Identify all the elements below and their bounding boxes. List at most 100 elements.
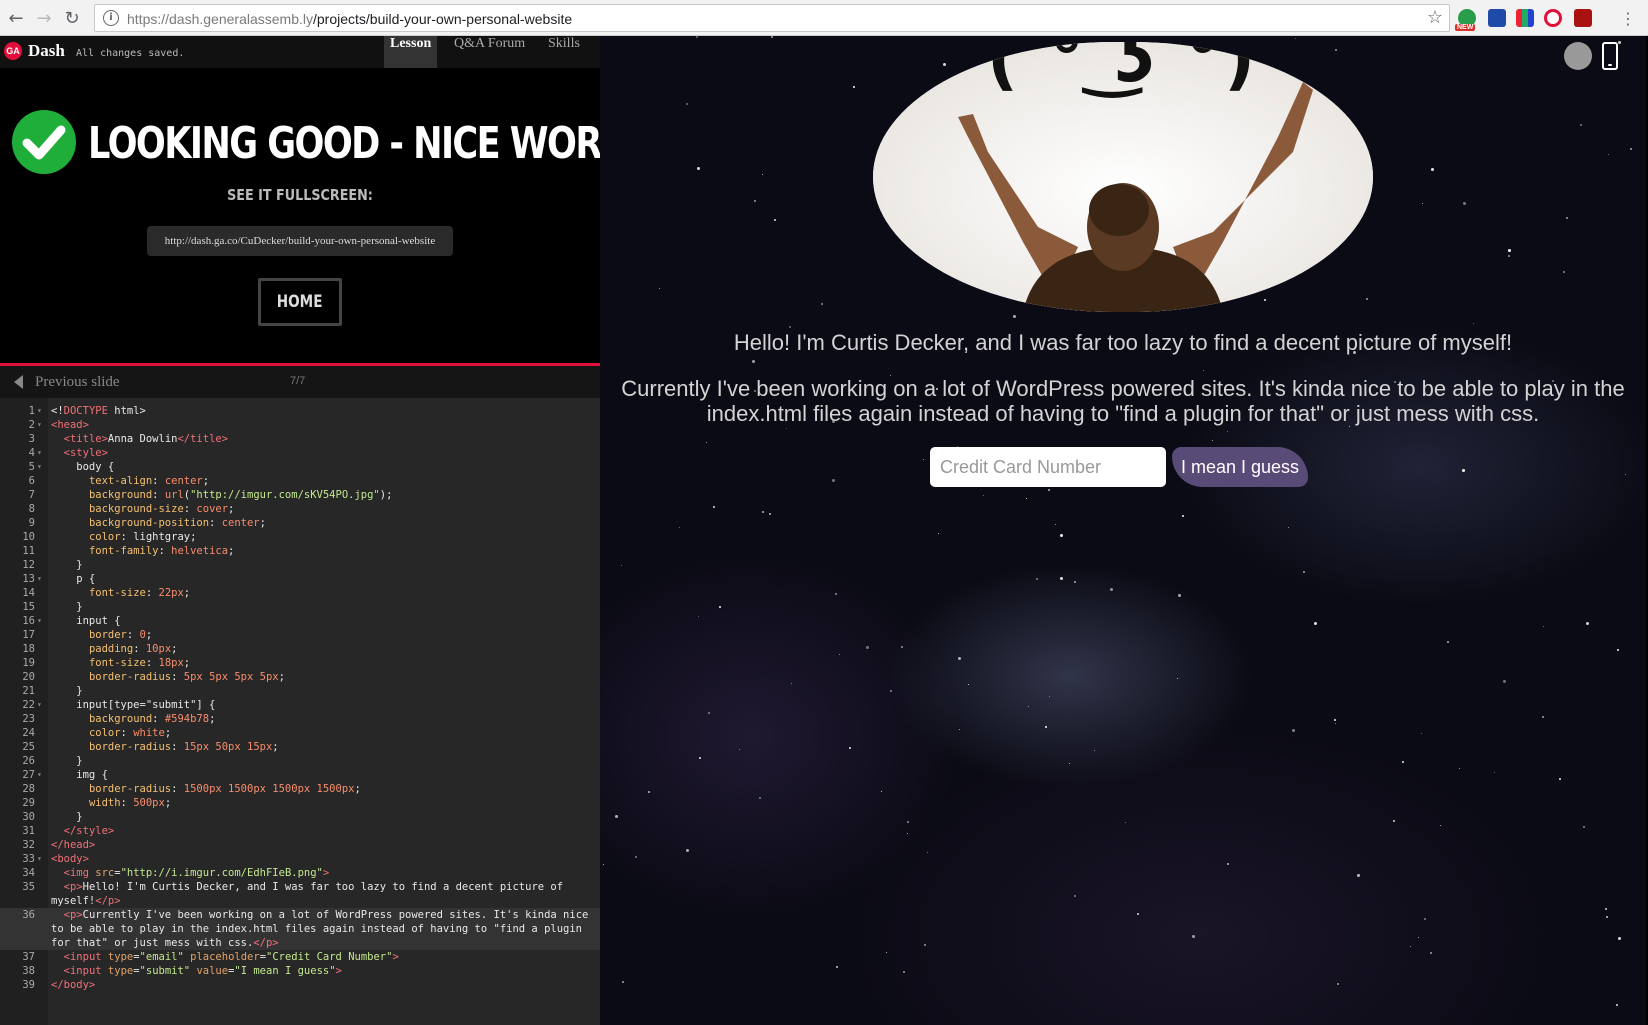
code-text[interactable]: } [51,600,82,614]
code-line[interactable]: 32 </head> [0,838,600,852]
code-text[interactable]: background-position: center; [51,516,266,530]
code-line[interactable]: 20 border-radius: 5px 5px 5px 5px; [0,670,600,684]
code-line[interactable]: 21 } [0,684,600,698]
fold-arrow-icon[interactable]: ▾ [37,460,42,474]
ublock-icon[interactable] [1574,9,1592,27]
code-line[interactable]: 4 ▾ <style> [0,446,600,460]
tab-skills[interactable]: Skills [542,36,586,68]
code-editor[interactable]: 1 ▾ <!DOCTYPE html> 2 ▾ <head> 3 <title>Anna D… [0,398,600,1025]
bookmark-star-icon[interactable]: ☆ [1427,7,1443,28]
code-line[interactable]: 1 ▾ <!DOCTYPE html> [0,404,600,418]
code-text[interactable]: body { [51,460,114,474]
code-text[interactable]: border-radius: 1500px 1500px 1500px 1500… [51,782,361,796]
code-text[interactable]: font-size: 18px; [51,656,190,670]
code-line[interactable]: 23 background: #594b78; [0,712,600,726]
fold-arrow-icon[interactable]: ▾ [37,404,42,418]
code-lines[interactable]: 1 ▾ <!DOCTYPE html> 2 ▾ <head> 3 <title>Anna D… [0,404,600,992]
avatar-circle-button[interactable] [1564,42,1592,70]
code-text[interactable]: color: white; [51,726,171,740]
code-line[interactable]: 18 padding: 10px; [0,642,600,656]
fold-arrow-icon[interactable]: ▾ [37,572,42,586]
back-arrow-icon[interactable]: ← [4,6,28,30]
extension-book-icon[interactable] [1488,9,1506,27]
fold-arrow-icon[interactable]: ▾ [37,446,42,460]
code-line[interactable]: 19 font-size: 18px; [0,656,600,670]
code-line[interactable]: 30 } [0,810,600,824]
reload-icon[interactable]: ↻ [60,6,84,30]
code-text[interactable]: </body> [51,978,95,992]
code-text[interactable]: } [51,684,82,698]
code-line[interactable]: 15 } [0,600,600,614]
code-line[interactable]: 7 background: url("http://imgur.com/sKV5… [0,488,600,502]
code-line[interactable]: 12 } [0,558,600,572]
code-line[interactable]: 17 border: 0; [0,628,600,642]
code-text[interactable]: </head> [51,838,95,852]
code-text[interactable]: border-radius: 5px 5px 5px 5px; [51,670,285,684]
code-line[interactable]: 38 <input type="submit" value="I mean I … [0,964,600,978]
code-text[interactable]: p { [51,572,95,586]
fold-arrow-icon[interactable]: ▾ [37,698,42,712]
code-line[interactable]: 11 font-family: helvetica; [0,544,600,558]
previous-slide-button[interactable]: Previous slide [35,374,120,391]
code-line[interactable]: 33 ▾ <body> [0,852,600,866]
code-text[interactable]: text-align: center; [51,474,209,488]
code-line[interactable]: 25 border-radius: 15px 50px 15px; [0,740,600,754]
code-line[interactable]: 10 color: lightgray; [0,530,600,544]
code-line[interactable]: 2 ▾ <head> [0,418,600,432]
site-info-icon[interactable]: i [103,10,119,26]
code-text[interactable]: } [51,558,82,572]
code-text[interactable]: img { [51,768,108,782]
code-line[interactable]: 16 ▾ input { [0,614,600,628]
code-text[interactable]: } [51,810,82,824]
code-text[interactable]: <img src="http://i.imgur.com/EdhFIeB.png… [51,866,330,880]
previous-arrow-icon[interactable] [14,375,23,389]
app-name[interactable]: Dash [28,41,65,61]
fold-arrow-icon[interactable]: ▾ [37,852,42,866]
code-line[interactable]: 13 ▾ p { [0,572,600,586]
code-line[interactable]: 35 <p>Hello! I'm Curtis Decker, and I wa… [0,880,600,908]
code-text[interactable]: width: 500px; [51,796,171,810]
fullscreen-link[interactable]: http://dash.ga.co/CuDecker/build-your-ow… [147,226,453,256]
code-text[interactable]: <body> [51,852,89,866]
code-line[interactable]: 24 color: white; [0,726,600,740]
code-text[interactable]: background: #594b78; [51,712,215,726]
credit-card-input[interactable] [930,447,1166,487]
code-text[interactable]: <!DOCTYPE html> [51,404,146,418]
code-line[interactable]: 14 font-size: 22px; [0,586,600,600]
home-button[interactable]: HOME [258,278,342,326]
opera-icon[interactable] [1544,9,1562,27]
code-text[interactable]: input { [51,614,120,628]
code-text[interactable]: background: url("http://imgur.com/sKV54P… [51,488,392,502]
code-line[interactable]: 5 ▾ body { [0,460,600,474]
tab-lesson[interactable]: Lesson [384,36,438,68]
code-text[interactable]: border: 0; [51,628,152,642]
code-text[interactable]: <title>Anna Dowlin</title> [51,432,228,446]
code-text[interactable]: input[type="submit"] { [51,698,215,712]
fold-arrow-icon[interactable]: ▾ [37,418,42,432]
code-line[interactable]: 39 </body> [0,978,600,992]
code-line[interactable]: 36 <p>Currently I've been working on a l… [0,908,600,950]
extension-bars-icon[interactable] [1516,9,1534,27]
code-line[interactable]: 27 ▾ img { [0,768,600,782]
code-text[interactable]: <p>Currently I've been working on a lot … [51,908,596,950]
code-line[interactable]: 8 background-size: cover; [0,502,600,516]
code-text[interactable]: <p>Hello! I'm Curtis Decker, and I was f… [51,880,596,908]
code-text[interactable]: <head> [51,418,89,432]
code-text[interactable]: </style> [51,824,115,838]
code-line[interactable]: 29 width: 500px; [0,796,600,810]
code-text[interactable]: color: lightgray; [51,530,196,544]
fold-arrow-icon[interactable]: ▾ [37,614,42,628]
code-line[interactable]: 37 <input type="email" placeholder="Cred… [0,950,600,964]
mobile-preview-icon[interactable] [1602,42,1618,70]
code-text[interactable]: <style> [51,446,108,460]
ga-logo-icon[interactable]: GA [4,42,22,60]
fold-arrow-icon[interactable]: ▾ [37,768,42,782]
code-line[interactable]: 3 <title>Anna Dowlin</title> [0,432,600,446]
submit-button[interactable]: I mean I guess [1172,447,1308,487]
code-line[interactable]: 34 <img src="http://i.imgur.com/EdhFIeB.… [0,866,600,880]
code-text[interactable]: font-size: 22px; [51,586,190,600]
code-line[interactable]: 28 border-radius: 1500px 1500px 1500px 1… [0,782,600,796]
address-bar[interactable]: i https://dash.generalassemb.ly/projects… [94,4,1450,32]
forward-arrow-icon[interactable]: → [32,6,56,30]
code-text[interactable]: <input type="submit" value="I mean I gue… [51,964,342,978]
